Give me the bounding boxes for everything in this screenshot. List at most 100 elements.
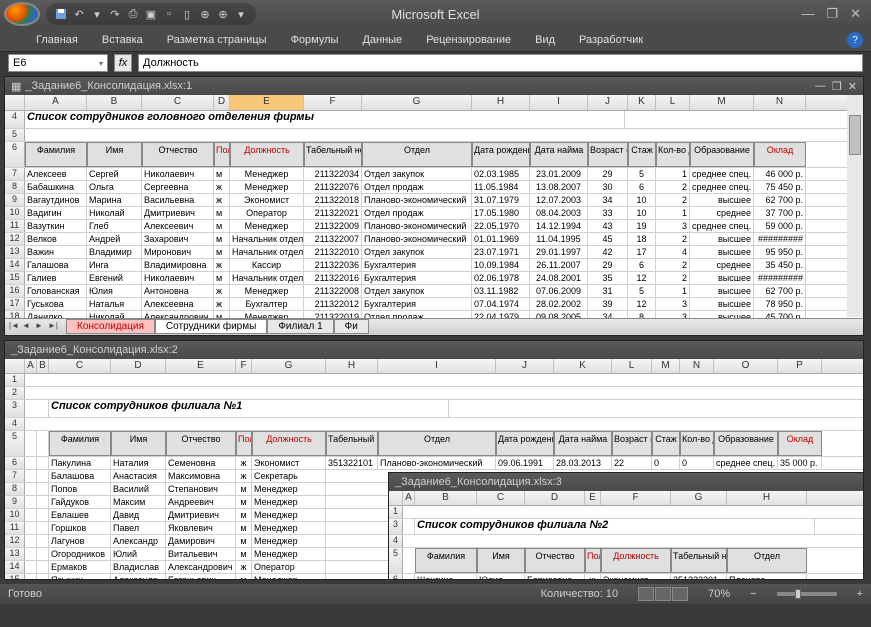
wb-min-button[interactable]: — bbox=[815, 80, 826, 93]
cell[interactable]: Вадигин bbox=[25, 207, 87, 219]
cell[interactable]: Алексеевна bbox=[142, 298, 214, 310]
zoom-out-button[interactable]: − bbox=[750, 588, 756, 600]
column-header[interactable]: E bbox=[230, 95, 304, 110]
cell[interactable]: Дмитриевич bbox=[142, 207, 214, 219]
cell[interactable] bbox=[25, 522, 37, 534]
cell[interactable]: 26.11.2007 bbox=[530, 259, 588, 271]
sheet-tab[interactable]: Консолидация bbox=[66, 319, 155, 334]
cell[interactable]: 02.03.1985 bbox=[472, 168, 530, 180]
cell[interactable]: Менеджер bbox=[252, 574, 326, 579]
cell[interactable]: ######### bbox=[754, 272, 806, 284]
zoom-in-button[interactable]: + bbox=[857, 588, 863, 600]
tab-insert[interactable]: Вставка bbox=[90, 30, 155, 50]
column-header-cell[interactable]: Дата рождения bbox=[496, 431, 554, 456]
cell[interactable]: Юлия bbox=[87, 285, 142, 297]
cell[interactable]: Бухгалтерия bbox=[362, 259, 472, 271]
cell[interactable]: ж bbox=[214, 298, 230, 310]
cell[interactable]: 10 bbox=[628, 194, 656, 206]
new-icon[interactable]: ▫ bbox=[162, 7, 176, 21]
cell[interactable]: ж bbox=[236, 457, 252, 469]
cell[interactable]: 13.08.2007 bbox=[530, 181, 588, 193]
cell[interactable]: 23.07.1971 bbox=[472, 246, 530, 258]
cell[interactable]: 12 bbox=[628, 272, 656, 284]
cell[interactable]: Начальник отдела bbox=[230, 233, 304, 245]
cell[interactable]: 33 bbox=[588, 207, 628, 219]
column-header-cell[interactable]: Отчество bbox=[142, 142, 214, 167]
cell[interactable]: 211322008 bbox=[304, 285, 362, 297]
column-header-cell[interactable]: Дата рождения bbox=[472, 142, 530, 167]
column-header-cell[interactable]: Отчество bbox=[166, 431, 236, 456]
column-header[interactable]: A bbox=[25, 359, 37, 373]
cell[interactable]: Степанович bbox=[166, 483, 236, 495]
cell[interactable]: Антоновна bbox=[142, 285, 214, 297]
column-header[interactable]: D bbox=[111, 359, 166, 373]
cell[interactable]: м bbox=[214, 168, 230, 180]
cell[interactable]: Александрович bbox=[166, 561, 236, 573]
tab-view[interactable]: Вид bbox=[523, 30, 567, 50]
tab-prev-button[interactable]: ◄ bbox=[22, 321, 34, 333]
cell[interactable]: 211322009 bbox=[304, 220, 362, 232]
cell[interactable]: 211322036 bbox=[304, 259, 362, 271]
cell[interactable] bbox=[37, 509, 49, 521]
cell[interactable]: Оператор bbox=[230, 207, 304, 219]
cell[interactable]: Планово-экономический bbox=[362, 233, 472, 245]
row-header[interactable]: 6 bbox=[5, 142, 25, 167]
cell[interactable] bbox=[37, 535, 49, 547]
column-header[interactable]: D bbox=[214, 95, 230, 110]
row-header[interactable]: 7 bbox=[5, 168, 25, 180]
cell[interactable]: 5 bbox=[628, 285, 656, 297]
column-header[interactable]: O bbox=[714, 359, 778, 373]
minimize-button[interactable]: — bbox=[801, 6, 814, 22]
cell[interactable]: 28.02.2002 bbox=[530, 298, 588, 310]
cell[interactable]: 35 bbox=[588, 272, 628, 284]
cell[interactable]: среднее bbox=[690, 207, 754, 219]
cell[interactable]: Кассир bbox=[230, 259, 304, 271]
cell[interactable]: Александрович bbox=[142, 311, 214, 318]
help-icon[interactable]: ? bbox=[847, 32, 863, 48]
cell[interactable] bbox=[37, 561, 49, 573]
cell[interactable]: Николай bbox=[87, 311, 142, 318]
row-header[interactable]: 17 bbox=[5, 298, 25, 310]
cell[interactable]: 6 bbox=[628, 259, 656, 271]
column-header-cell[interactable]: Имя bbox=[111, 431, 166, 456]
cell[interactable]: Отдел продаж bbox=[362, 207, 472, 219]
column-header[interactable]: J bbox=[588, 95, 628, 110]
cell[interactable]: 351322201 bbox=[671, 574, 727, 579]
column-header-cell[interactable]: Фамилия bbox=[415, 548, 477, 573]
cell[interactable]: 10.09.1984 bbox=[472, 259, 530, 271]
cell[interactable]: 02.06.1978 bbox=[472, 272, 530, 284]
cell[interactable]: Николай bbox=[87, 207, 142, 219]
column-header-cell[interactable]: Дата найма bbox=[530, 142, 588, 167]
cell[interactable]: Максим bbox=[111, 496, 166, 508]
cell[interactable]: Александр bbox=[111, 535, 166, 547]
row-header[interactable]: 12 bbox=[5, 535, 25, 547]
cell[interactable]: Юлий bbox=[111, 548, 166, 560]
row-header[interactable]: 8 bbox=[5, 483, 25, 495]
cell[interactable]: ж bbox=[214, 259, 230, 271]
row-header[interactable]: 1 bbox=[389, 506, 403, 518]
column-header-cell[interactable]: Кол-во детей bbox=[656, 142, 690, 167]
cell[interactable]: м bbox=[236, 548, 252, 560]
cell[interactable]: Менеджер bbox=[252, 509, 326, 521]
cell[interactable]: Дмитриевич bbox=[166, 509, 236, 521]
cell[interactable]: Язынин bbox=[49, 574, 111, 579]
cell[interactable]: 14.12.1994 bbox=[530, 220, 588, 232]
cell[interactable]: Данилко bbox=[25, 311, 87, 318]
column-header-cell[interactable]: Должность bbox=[601, 548, 671, 573]
column-header-cell[interactable]: Табельный номер bbox=[671, 548, 727, 573]
cell[interactable]: м bbox=[236, 522, 252, 534]
column-header[interactable]: N bbox=[680, 359, 714, 373]
cell[interactable]: Менеджер bbox=[252, 535, 326, 547]
formula-input[interactable]: Должность bbox=[138, 54, 863, 72]
cell[interactable]: Алексеевич bbox=[142, 220, 214, 232]
cell[interactable]: 22.04.1979 bbox=[472, 311, 530, 318]
cell[interactable] bbox=[25, 561, 37, 573]
view-normal-button[interactable] bbox=[638, 587, 654, 601]
cell[interactable]: Алексеев bbox=[25, 168, 87, 180]
column-header[interactable]: F bbox=[601, 491, 671, 505]
cell[interactable]: Владимировна bbox=[142, 259, 214, 271]
column-header[interactable]: H bbox=[472, 95, 530, 110]
row-header[interactable]: 5 bbox=[5, 129, 25, 141]
cell[interactable]: Анастасия bbox=[111, 470, 166, 482]
cell[interactable] bbox=[37, 483, 49, 495]
